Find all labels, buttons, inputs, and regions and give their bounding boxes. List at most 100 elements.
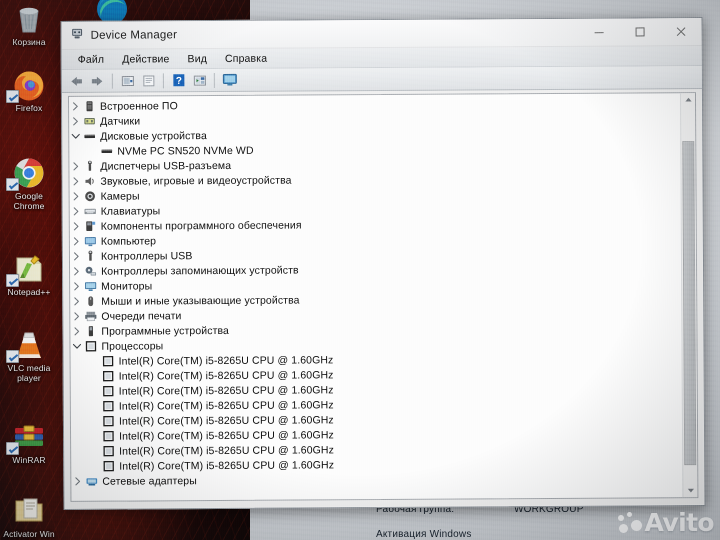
mouse-icon [83,295,98,308]
processor-icon [101,385,116,398]
chevron-right-icon[interactable] [70,222,83,231]
chevron-right-icon[interactable] [70,267,83,276]
menu-view[interactable]: Вид [178,53,216,65]
chevron-right-icon[interactable] [70,327,83,336]
desktop-icon-recycle-bin[interactable]: Корзина [0,2,58,48]
chevron-right-icon[interactable] [69,102,82,111]
chevron-right-icon[interactable] [70,207,83,216]
recycle-bin-icon [0,2,58,36]
chevron-right-icon[interactable] [70,282,83,291]
device-tree[interactable]: Встроенное ПО Датчики Дисковые устройстваN… [69,93,683,501]
tree-item-label: Встроенное ПО [97,100,178,112]
usb-icon [82,160,97,173]
storage-controller-icon [83,265,98,278]
menu-action[interactable]: Действие [113,53,178,65]
avito-watermark-text: Avito [645,512,714,534]
forward-arrow-icon[interactable] [88,72,107,90]
camera-icon [83,190,98,203]
chevron-right-icon [73,222,80,231]
notepadpp-icon [0,252,58,286]
tree-item-label: Intel(R) Core(TM) i5-8265U CPU @ 1.60GHz [116,444,334,457]
processor-icon [101,370,116,383]
tree-item-label: Компоненты программного обеспечения [98,219,302,232]
tree-item[interactable]: Сетевые адаптеры [71,470,683,489]
chevron-right-icon[interactable] [71,477,84,486]
chevron-right-icon [73,312,80,321]
tree-item-label: Сетевые адаптеры [99,475,197,488]
maximize-button[interactable] [620,18,661,45]
tree-item-label: Intel(R) Core(TM) i5-8265U CPU @ 1.60GHz [116,369,334,382]
menu-file[interactable]: Файл [69,53,113,65]
chevron-right-icon[interactable] [70,297,83,306]
desktop-icon-vlc[interactable]: VLC media player [0,328,58,383]
toolbar: ? [62,66,702,93]
tree-item-label: Датчики [97,115,140,127]
disk-icon [82,130,97,143]
chevron-right-icon [72,102,79,111]
keyboard-icon [83,205,98,218]
chevron-right-icon[interactable] [70,192,83,201]
minimize-button[interactable] [579,19,620,46]
chevron-right-icon [73,192,80,201]
chevron-right-icon[interactable] [69,177,82,186]
back-arrow-icon[interactable] [67,72,86,90]
firmware-icon [82,100,97,113]
desktop-icon-winrar[interactable]: WinRAR [0,420,58,466]
tree-vertical-scrollbar[interactable] [680,93,697,497]
winrar-icon [0,420,58,454]
chevron-right-icon [74,477,81,486]
scrollbar-thumb[interactable] [682,141,696,465]
chevron-right-icon[interactable] [69,162,82,171]
update-driver-icon[interactable] [139,71,158,89]
show-hidden-devices-icon[interactable] [220,71,239,89]
desktop-icon-google-chrome[interactable]: Google Chrome [0,156,58,211]
chevron-right-icon [73,207,80,216]
monitor-icon [83,280,98,293]
chevron-down-icon[interactable] [69,133,82,140]
shortcut-overlay-icon [6,442,19,455]
tree-item-label: NVMe PC SN520 NVMe WD [114,144,253,157]
window-titlebar[interactable]: Device Manager [62,18,702,50]
avito-logo-icon [618,512,642,534]
toolbar-separator [112,73,113,88]
processor-icon [101,445,116,458]
chevron-down-icon[interactable] [70,343,83,350]
desktop-icon-label: Корзина [0,38,58,48]
chevron-right-icon[interactable] [70,252,83,261]
window-title: Device Manager [91,29,178,42]
disk-icon [99,145,114,158]
tree-item-label: Контроллеры USB [98,250,193,263]
chevron-right-icon [73,237,80,246]
processor-icon [101,430,116,443]
menu-help[interactable]: Справка [216,52,276,64]
scroll-up-arrow-icon[interactable] [681,93,695,106]
scan-hardware-icon[interactable] [190,71,209,89]
desktop-icon-label: Google Chrome [0,192,58,211]
shortcut-overlay-icon [6,90,19,103]
printer-icon [83,310,98,323]
scroll-down-arrow-icon[interactable] [683,484,697,497]
desktop-icon-firefox[interactable]: Firefox [0,68,58,114]
software-component-icon [83,220,98,233]
chevron-right-icon [73,282,80,291]
desktop-icon-label: Firefox [0,104,58,114]
close-button[interactable] [661,18,702,45]
desktop-icon-label: WinRAR [0,456,58,466]
laptop-screen: Корзина Firefox Google Chrome Notepad++ VLC … [0,0,720,540]
chevron-right-icon [72,162,79,171]
processor-icon [101,400,116,413]
desktop-icon-activator[interactable]: Activator Win Off [0,494,58,540]
chevron-right-icon[interactable] [69,117,82,126]
help-icon[interactable]: ? [169,71,188,89]
chevron-right-icon[interactable] [70,237,83,246]
desktop-icon-notepadpp[interactable]: Notepad++ [0,252,58,298]
properties-icon[interactable] [118,72,137,90]
network-adapter-icon [84,475,99,488]
tree-item-label: Компьютер [98,235,156,247]
device-tree-container[interactable]: Встроенное ПО Датчики Дисковые устройстваN… [68,92,698,502]
desktop-icon-label: Activator Win Off [0,530,58,540]
device-manager-window[interactable]: Device Manager ФайлДействиеВидСправка [61,17,706,510]
chevron-right-icon[interactable] [70,312,83,321]
folder-icon [0,494,58,528]
tree-item-label: Дисковые устройства [97,130,207,143]
